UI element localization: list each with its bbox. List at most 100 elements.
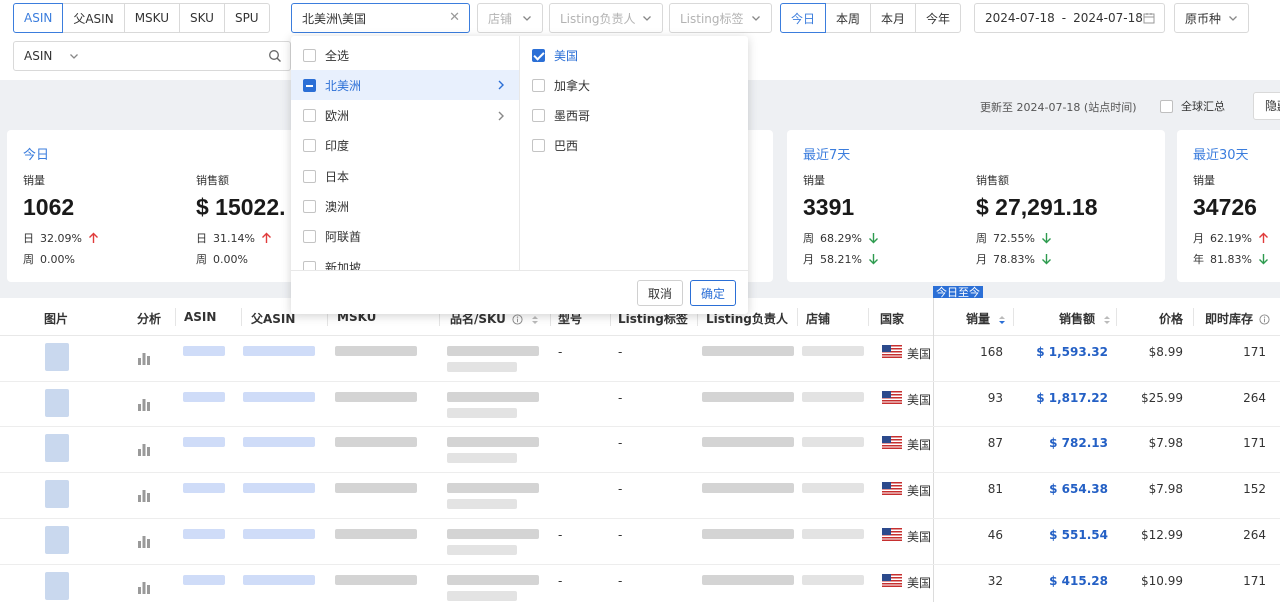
date-range-picker[interactable]: 2024-07-18 - 2024-07-18 <box>974 3 1165 33</box>
bar-chart-icon[interactable] <box>137 488 151 503</box>
confirm-button[interactable]: 确定 <box>690 280 736 306</box>
calendar-icon <box>1143 13 1155 24</box>
tag-select[interactable]: Listing标签 <box>669 3 772 33</box>
country-option-checkbox[interactable] <box>532 139 545 153</box>
region-option[interactable]: 全选 <box>291 40 519 70</box>
period-month[interactable]: 本月 <box>870 3 917 33</box>
sales-value[interactable]: $ 551.54 <box>1049 528 1108 542</box>
table-row[interactable]: - 美国 81 $ 654.38 $7.98 152 <box>0 473 1280 518</box>
col-qty[interactable]: 销量 <box>966 310 1006 327</box>
search-input[interactable] <box>89 42 259 70</box>
sort-desc-icon[interactable] <box>998 315 1006 325</box>
country-option-checkbox[interactable] <box>532 78 545 92</box>
product-thumbnail[interactable] <box>45 571 69 600</box>
shop-select[interactable]: 店铺 <box>477 3 543 33</box>
arrow-down-icon <box>868 254 878 265</box>
region-option[interactable]: 日本 <box>291 161 519 191</box>
product-thumbnail[interactable] <box>45 434 69 463</box>
region-option-checkbox[interactable] <box>303 169 316 183</box>
asin-link[interactable] <box>183 346 225 356</box>
sales-value[interactable]: $ 654.38 <box>1049 482 1108 496</box>
product-thumbnail[interactable] <box>45 525 69 554</box>
asin-link[interactable] <box>183 483 225 494</box>
region-option-checkbox[interactable] <box>303 260 316 270</box>
parent-asin-link[interactable] <box>243 483 315 494</box>
bar-chart-icon[interactable] <box>137 442 151 457</box>
country-option[interactable]: 墨西哥 <box>520 101 748 131</box>
table-row[interactable]: - - 美国 46 $ 551.54 $12.99 264 <box>0 519 1280 564</box>
cancel-button[interactable]: 取消 <box>637 280 683 306</box>
product-thumbnail[interactable] <box>45 480 69 509</box>
id-type-msku[interactable]: MSKU <box>123 3 180 33</box>
currency-select[interactable]: 原币种 <box>1174 3 1249 33</box>
period-year[interactable]: 今年 <box>915 3 962 33</box>
region-select[interactable]: 北美洲\美国 ✕ <box>291 3 470 33</box>
bar-chart-icon[interactable] <box>137 397 151 411</box>
period-week[interactable]: 本周 <box>825 3 872 33</box>
info-icon[interactable] <box>512 314 523 325</box>
owner-select[interactable]: Listing负责人 <box>549 3 663 33</box>
global-summary-toggle[interactable]: 全球汇总 <box>1160 98 1225 114</box>
sort-icon[interactable] <box>1103 315 1111 325</box>
sales-value[interactable]: $ 782.13 <box>1049 436 1108 450</box>
region-option-checkbox[interactable] <box>303 139 316 153</box>
region-option[interactable]: 澳洲 <box>291 192 519 222</box>
sku-value <box>447 499 517 510</box>
sales-value[interactable]: $ 1,817.22 <box>1036 391 1108 405</box>
sales-value[interactable]: $ 1,593.32 <box>1036 345 1108 359</box>
region-option-checkbox[interactable] <box>303 230 316 244</box>
col-sales[interactable]: 销售额 <box>1059 310 1111 327</box>
table-row[interactable]: - 美国 87 $ 782.13 $7.98 171 <box>0 427 1280 472</box>
clear-icon[interactable]: ✕ <box>449 11 460 25</box>
asin-link[interactable] <box>183 574 225 585</box>
info-icon[interactable] <box>1259 314 1270 325</box>
region-option[interactable]: 印度 <box>291 131 519 161</box>
region-option-checkbox[interactable] <box>303 78 316 92</box>
country-option-checkbox[interactable] <box>532 109 545 123</box>
region-option-checkbox[interactable] <box>303 48 316 62</box>
id-type-parent-asin[interactable]: 父ASIN <box>62 3 125 33</box>
search-icon[interactable] <box>268 49 282 63</box>
table-row[interactable]: - - 美国 168 $ 1,593.32 $8.99 171 <box>0 336 1280 381</box>
region-option[interactable]: 北美洲 <box>291 70 519 101</box>
sort-icon[interactable] <box>531 315 539 325</box>
bar-chart-icon[interactable] <box>137 534 151 548</box>
owner-value <box>702 528 794 539</box>
country-option-checkbox[interactable] <box>532 48 545 62</box>
bar-chart-icon[interactable] <box>137 351 151 365</box>
region-option[interactable]: 阿联酋 <box>291 222 519 252</box>
global-summary-checkbox[interactable] <box>1160 99 1173 113</box>
country-option[interactable]: 加拿大 <box>520 70 748 100</box>
table-row[interactable]: - 美国 93 $ 1,817.22 $25.99 264 <box>0 382 1280 427</box>
hide-button[interactable]: 隐藏 <box>1253 92 1280 120</box>
period-today[interactable]: 今日 <box>780 3 827 33</box>
asin-link[interactable] <box>183 437 225 448</box>
region-option-checkbox[interactable] <box>303 200 316 213</box>
parent-asin-link[interactable] <box>243 391 315 402</box>
id-type-spu[interactable]: SPU <box>223 3 270 33</box>
asin-link[interactable] <box>183 391 225 402</box>
parent-asin-link[interactable] <box>243 346 315 356</box>
region-option-checkbox[interactable] <box>303 109 316 123</box>
search-field-select[interactable]: ASIN <box>13 41 90 71</box>
id-type-sku[interactable]: SKU <box>179 3 225 33</box>
chevron-down-icon <box>643 16 651 21</box>
col-image: 图片 <box>44 312 69 326</box>
country-option[interactable]: 巴西 <box>520 131 748 161</box>
product-thumbnail[interactable] <box>45 388 69 417</box>
shop-value <box>802 437 864 448</box>
product-thumbnail[interactable] <box>45 343 69 371</box>
country-option[interactable]: 美国 <box>520 40 748 70</box>
asin-link[interactable] <box>183 528 225 539</box>
region-option[interactable]: 新加坡 <box>291 252 519 270</box>
msku-value <box>335 346 417 356</box>
sales-value[interactable]: $ 415.28 <box>1049 574 1108 588</box>
id-type-asin[interactable]: ASIN <box>13 3 64 33</box>
parent-asin-link[interactable] <box>243 437 315 448</box>
metric-value: $ 15022. <box>196 194 286 220</box>
region-option[interactable]: 欧洲 <box>291 101 519 131</box>
parent-asin-link[interactable] <box>243 528 315 539</box>
parent-asin-link[interactable] <box>243 574 315 585</box>
table-row[interactable]: - - 美国 32 $ 415.28 $10.99 171 <box>0 565 1280 602</box>
bar-chart-icon[interactable] <box>137 580 151 594</box>
